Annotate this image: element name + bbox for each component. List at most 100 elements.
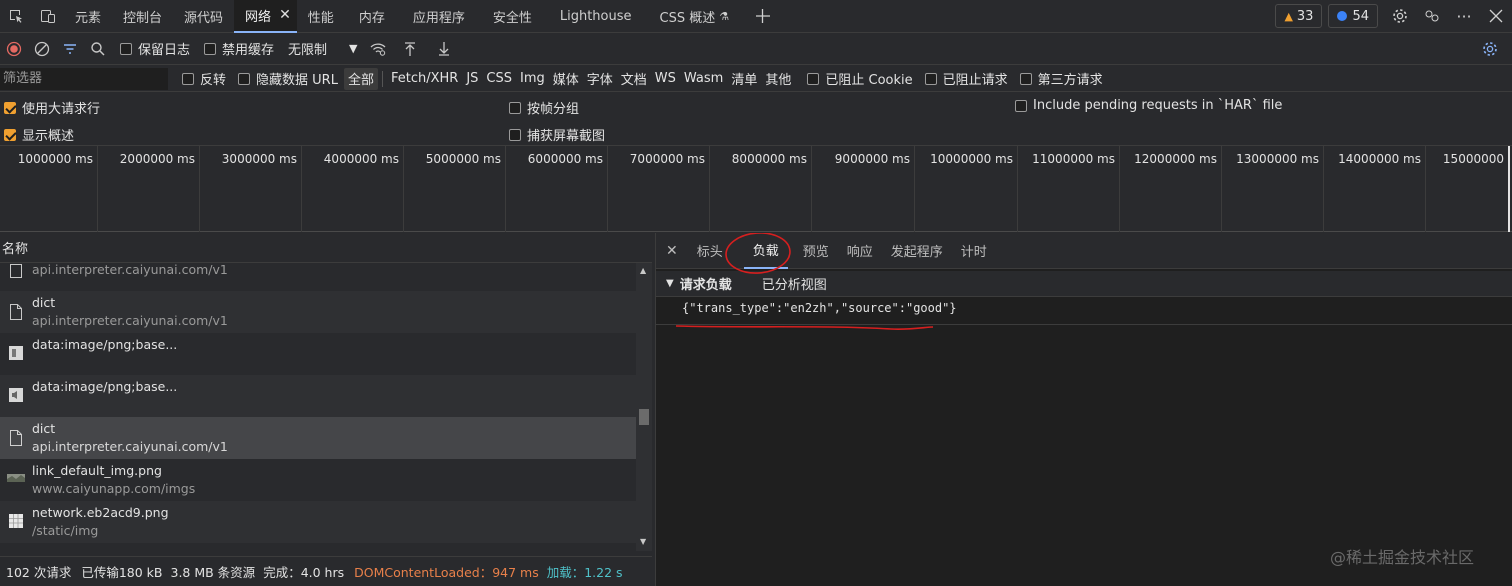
- hide-data-url-label: 隐藏数据 URL: [256, 73, 338, 88]
- blocked-cookies-checkbox[interactable]: 已阻止 Cookie: [807, 69, 913, 88]
- close-devtools-icon[interactable]: [1480, 0, 1512, 33]
- status-bar: 102 次请求 已传输180 kB 3.8 MB 条资源 完成：4.0 hrs …: [0, 556, 652, 586]
- request-url: /static/img: [32, 523, 99, 538]
- close-icon[interactable]: ✕: [279, 7, 291, 23]
- table-row[interactable]: data:image/png;base...: [0, 375, 636, 417]
- clear-icon[interactable]: [28, 33, 56, 65]
- resources-size: 3.8 MB 条资源: [170, 565, 256, 580]
- checkbox-checked-icon: [4, 101, 16, 114]
- scroll-down-icon[interactable]: ▼: [640, 537, 646, 546]
- filter-type-manifest[interactable]: 清单: [727, 68, 761, 90]
- tab-network[interactable]: 网络 ✕: [234, 0, 297, 33]
- request-name: network.eb2acd9.png: [32, 505, 169, 520]
- checkbox-icon: [238, 72, 251, 85]
- settings-options: 使用大请求行 按帧分组 Include pending requests in …: [0, 92, 1512, 146]
- third-party-label: 第三方请求: [1037, 73, 1103, 88]
- filter-type-font[interactable]: 字体: [583, 68, 617, 90]
- filter-type-img[interactable]: Img: [516, 68, 549, 90]
- messages-count: 54: [1352, 8, 1369, 24]
- load-time: 加载：1.22 s: [546, 565, 623, 580]
- search-icon[interactable]: [84, 33, 112, 65]
- hide-data-url-checkbox[interactable]: 隐藏数据 URL: [238, 69, 338, 88]
- add-tab-icon[interactable]: [747, 0, 779, 33]
- tab-performance[interactable]: 性能: [297, 0, 345, 33]
- scrollbar-thumb[interactable]: [639, 409, 649, 425]
- tab-security[interactable]: 安全性: [479, 0, 546, 33]
- checkbox-icon: [924, 72, 937, 85]
- tab-memory[interactable]: 内存: [345, 0, 399, 33]
- preserve-log-checkbox[interactable]: 保留日志: [120, 39, 190, 58]
- network-settings-gear-icon[interactable]: [1476, 33, 1504, 65]
- audio-icon: [0, 375, 32, 403]
- name-column-header[interactable]: 名称: [0, 233, 652, 263]
- file-icon: [0, 263, 32, 279]
- tab-console[interactable]: 控制台: [112, 0, 173, 33]
- big-request-rows-checkbox[interactable]: 使用大请求行: [4, 98, 100, 117]
- request-count: 102 次请求: [6, 565, 72, 580]
- settings-gear-icon[interactable]: [1384, 0, 1416, 33]
- invert-checkbox[interactable]: 反转: [182, 69, 226, 88]
- filter-type-media[interactable]: 媒体: [549, 68, 583, 90]
- filter-input[interactable]: [0, 67, 168, 90]
- table-row[interactable]: api.interpreter.caiyunai.com/v1: [0, 263, 636, 293]
- filter-type-js[interactable]: JS: [462, 68, 482, 90]
- show-overview-checkbox[interactable]: 显示概述: [4, 125, 74, 144]
- throttling-select[interactable]: 无限制 ▼: [288, 39, 357, 58]
- third-party-checkbox[interactable]: 第三方请求: [1019, 69, 1103, 88]
- warnings-badge[interactable]: ▲ 33: [1275, 4, 1323, 28]
- panel-tab-bar: 元素 控制台 源代码 网络 ✕ 性能 内存 应用程序 安全性 Lighthous…: [0, 0, 1512, 33]
- table-row[interactable]: dict api.interpreter.caiyunai.com/v1: [0, 291, 636, 333]
- timeline-tick: 14000000 ms: [1324, 146, 1426, 232]
- request-name: link_default_img.png: [32, 463, 162, 478]
- tab-css-overview[interactable]: CSS 概述 ⚗: [646, 0, 744, 33]
- filter-type-css[interactable]: CSS: [482, 68, 516, 90]
- chevron-down-icon: ▼: [349, 42, 358, 55]
- customize-icon[interactable]: [1416, 0, 1448, 33]
- device-toolbar-icon[interactable]: [32, 0, 64, 33]
- filter-type-other[interactable]: 其他: [761, 68, 795, 90]
- tab-application[interactable]: 应用程序: [399, 0, 479, 33]
- request-url: api.interpreter.caiyunai.com/v1: [32, 263, 228, 277]
- tab-lighthouse[interactable]: Lighthouse: [546, 0, 646, 33]
- scroll-up-icon[interactable]: ▲: [640, 266, 646, 275]
- filter-type-all[interactable]: 全部: [343, 67, 378, 90]
- group-by-frame-checkbox[interactable]: 按帧分组: [509, 98, 579, 117]
- table-row-selected[interactable]: dict api.interpreter.caiyunai.com/v1: [0, 417, 636, 459]
- blocked-requests-checkbox[interactable]: 已阻止请求: [924, 69, 1008, 88]
- record-icon[interactable]: [0, 33, 28, 65]
- capture-screenshots-checkbox[interactable]: 捕获屏幕截图: [509, 125, 605, 144]
- filter-type-ws[interactable]: WS: [651, 68, 680, 90]
- table-row[interactable]: data:image/png;base...: [0, 333, 636, 375]
- timeline-tick: 15000000: [1426, 146, 1510, 232]
- export-har-icon[interactable]: [430, 33, 458, 65]
- filter-icon[interactable]: [56, 33, 84, 65]
- overview-timeline[interactable]: 1000000 ms 2000000 ms 3000000 ms 4000000…: [0, 146, 1512, 232]
- request-list: api.interpreter.caiyunai.com/v1 dict api.…: [0, 263, 652, 551]
- network-conditions-icon[interactable]: [364, 33, 392, 65]
- request-name: data:image/png;base...: [32, 337, 178, 352]
- message-icon: [1337, 11, 1348, 21]
- pending-har-label: Include pending requests in `HAR` file: [1033, 98, 1283, 113]
- tab-elements[interactable]: 元素: [64, 0, 112, 33]
- inspect-element-icon[interactable]: [0, 0, 32, 33]
- thumbnail-icon: [0, 459, 32, 485]
- import-har-icon[interactable]: [396, 33, 424, 65]
- table-row[interactable]: link_default_img.png www.caiyunapp.com/im…: [0, 459, 636, 501]
- tab-network-label: 网络: [245, 9, 272, 25]
- timeline-tick: 1000000 ms: [0, 146, 98, 232]
- checkbox-icon: [120, 42, 132, 55]
- transferred-size: 已传输180 kB: [81, 565, 163, 580]
- timeline-tick: 5000000 ms: [404, 146, 506, 232]
- document-icon: [0, 291, 32, 321]
- disable-cache-checkbox[interactable]: 禁用缓存: [204, 39, 274, 58]
- table-row[interactable]: network.eb2acd9.png/static/img: [0, 501, 636, 543]
- filter-type-fetch-xhr[interactable]: Fetch/XHR: [387, 68, 462, 90]
- more-options-icon[interactable]: ···: [1448, 0, 1480, 33]
- pending-har-checkbox[interactable]: Include pending requests in `HAR` file: [1015, 98, 1282, 113]
- tab-sources[interactable]: 源代码: [173, 0, 234, 33]
- filter-type-doc[interactable]: 文档: [617, 68, 651, 90]
- messages-badge[interactable]: 54: [1328, 4, 1378, 28]
- devtools-window: 元素 控制台 源代码 网络 ✕ 性能 内存 应用程序 安全性 Lighthous…: [0, 0, 1512, 586]
- filter-type-wasm[interactable]: Wasm: [680, 68, 727, 90]
- list-scrollbar[interactable]: ▲ ▼: [636, 263, 652, 551]
